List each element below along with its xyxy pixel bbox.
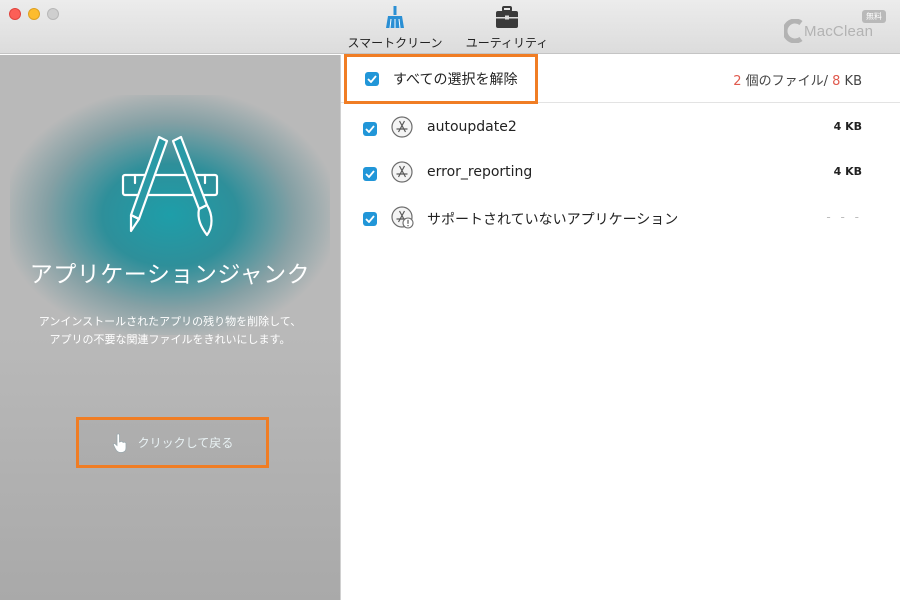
description-line: アプリの不要な関連ファイルをきれいにします。 <box>49 333 291 346</box>
item-checkbox[interactable] <box>363 212 377 226</box>
file-list-item[interactable]: autoupdate2 4 KB <box>341 105 900 150</box>
category-description: アンインストールされたアプリの残り物を削除して、 アプリの不要な関連ファイルをき… <box>0 313 340 349</box>
select-all-checkbox[interactable] <box>365 72 379 86</box>
item-name: サポートされていないアプリケーション <box>427 212 679 228</box>
item-size: 4 KB <box>833 120 862 133</box>
brand-name: MacClean <box>804 23 874 40</box>
brand-logo: 無料 MacClean <box>784 10 886 46</box>
macclean-c-icon <box>784 19 803 43</box>
item-checkbox[interactable] <box>363 122 377 136</box>
category-title: アプリケーションジャンク <box>29 262 311 288</box>
item-name: error_reporting <box>427 164 533 180</box>
window-toolbar: スマートクリーン ユーティリティ 無料 MacClean <box>0 0 900 54</box>
app-junk-icon <box>121 135 219 237</box>
list-header: すべての選択を解除 2 個のファイル/ 8 KB <box>341 54 900 104</box>
deselect-all-toggle[interactable]: すべての選択を解除 <box>344 54 538 104</box>
pointing-hand-icon <box>112 432 127 453</box>
app-store-icon <box>391 116 413 138</box>
files-label: 個のファイル/ <box>741 74 833 89</box>
utility-tab[interactable]: ユーティリティ <box>463 6 551 51</box>
free-badge: 無料 <box>862 10 886 23</box>
file-list-item[interactable]: サポートされていないアプリケーション - - - <box>341 195 900 240</box>
select-all-label: すべての選択を解除 <box>393 72 518 88</box>
item-name: autoupdate2 <box>427 119 517 135</box>
minimize-window-button[interactable] <box>28 8 40 20</box>
file-list-item[interactable]: error_reporting 4 KB <box>341 150 900 195</box>
file-list-panel: すべての選択を解除 2 個のファイル/ 8 KB autoupdate2 4 K… <box>340 54 900 600</box>
checkmark-icon <box>365 215 375 223</box>
smart-clean-tab[interactable]: スマートクリーン <box>346 6 444 51</box>
item-size: 4 KB <box>833 165 862 178</box>
category-info-panel: アプリケーションジャンク アンインストールされたアプリの残り物を削除して、 アプ… <box>0 55 340 600</box>
checkmark-icon <box>367 75 377 83</box>
app-store-warning-icon <box>391 206 414 229</box>
total-size-unit: KB <box>840 74 862 89</box>
zoom-window-button[interactable] <box>47 8 59 20</box>
item-checkbox[interactable] <box>363 167 377 181</box>
utility-label: ユーティリティ <box>465 36 549 50</box>
item-size: - - - <box>826 210 862 224</box>
close-window-button[interactable] <box>9 8 21 20</box>
broom-icon <box>386 6 404 29</box>
checkmark-icon <box>365 170 375 178</box>
briefcase-icon <box>496 6 518 28</box>
checkmark-icon <box>365 125 375 133</box>
app-store-icon <box>391 161 413 183</box>
smart-clean-label: スマートクリーン <box>347 36 443 50</box>
back-button-label: クリックして戻る <box>137 436 234 450</box>
description-line: アンインストールされたアプリの残り物を削除して、 <box>38 315 302 328</box>
click-to-go-back-button[interactable]: クリックして戻る <box>76 417 269 468</box>
selection-summary: 2 個のファイル/ 8 KB <box>733 70 862 89</box>
